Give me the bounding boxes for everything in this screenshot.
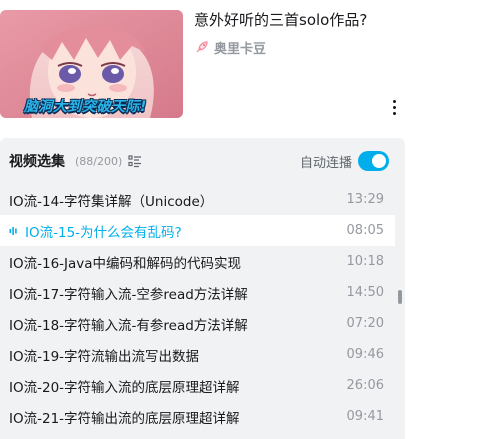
episode-title: IO流-17-字符输入流-空参read方法详解 <box>9 286 248 303</box>
recommended-video-card[interactable]: 脑洞大到突破天际! 意外好听的三首solo作品? 奥里卡豆 <box>0 0 481 122</box>
recommended-video-author[interactable]: 奥里卡豆 <box>194 38 267 57</box>
list-item[interactable]: IO流-19-字符流输出流写出数据 09:46 <box>0 339 395 370</box>
episode-duration: 07:20 <box>346 316 384 331</box>
episode-duration: 10:18 <box>346 254 384 269</box>
episode-title-text: IO流-15-为什么会有乱码? <box>25 224 182 241</box>
episode-title: IO流-18-字符输入流-有参read方法详解 <box>9 317 248 334</box>
scrollbar-thumb[interactable] <box>398 290 402 304</box>
episode-duration: 09:46 <box>346 347 384 362</box>
autoplay-label: 自动连播 <box>299 155 352 171</box>
episode-duration: 08:05 <box>346 223 384 238</box>
list-view-icon[interactable] <box>128 154 142 168</box>
autoplay-control: 自动连播 <box>300 151 389 171</box>
list-item[interactable]: IO流-18-字符输入流-有参read方法详解 07:20 <box>0 308 395 339</box>
episode-title: IO流-21-字符输出流的底层原理超详解 <box>9 410 240 427</box>
now-playing-icon <box>9 226 17 235</box>
list-item[interactable]: IO流-14-字符集详解（Unicode） 13:29 <box>0 184 395 215</box>
playlist-list: IO流-14-字符集详解（Unicode） 13:29 IO流-15-为什么会有… <box>0 184 395 432</box>
video-thumbnail[interactable]: 脑洞大到突破天际! <box>0 10 183 118</box>
playlist-scrollbar[interactable] <box>398 184 403 439</box>
author-name: 奥里卡豆 <box>214 41 267 57</box>
playlist-count: (88/200) <box>75 154 123 168</box>
episode-duration: 09:41 <box>346 409 384 424</box>
episode-title: IO流-14-字符集详解（Unicode） <box>9 193 214 210</box>
episode-title: IO流-19-字符流输出流写出数据 <box>9 348 200 365</box>
list-item-active[interactable]: IO流-15-为什么会有乱码? 08:05 <box>0 215 395 246</box>
list-item[interactable]: IO流-16-Java中编码和解码的代码实现 10:18 <box>0 246 395 277</box>
episode-duration: 26:06 <box>346 378 384 393</box>
list-item[interactable]: IO流-20-字符输入流的底层原理超详解 26:06 <box>0 370 395 401</box>
episode-title: IO流-16-Java中编码和解码的代码实现 <box>9 255 242 272</box>
episode-duration: 13:29 <box>346 192 384 207</box>
playlist-title: 视频选集 <box>9 154 65 170</box>
more-options-icon[interactable] <box>386 96 402 118</box>
list-item[interactable]: IO流-17-字符输入流-空参read方法详解 14:50 <box>0 277 395 308</box>
episode-title-active: IO流-15-为什么会有乱码? <box>9 221 182 241</box>
playlist-header: 视频选集 (88/200) 自动连播 <box>0 138 405 184</box>
thumbnail-caption: 脑洞大到突破天际! <box>24 99 147 115</box>
toggle-knob <box>372 154 386 168</box>
episode-title: IO流-20-字符输入流的底层原理超详解 <box>9 379 240 396</box>
up-author-icon <box>196 41 208 53</box>
autoplay-toggle[interactable] <box>358 151 389 171</box>
recommended-video-title[interactable]: 意外好听的三首solo作品? <box>194 10 444 30</box>
episode-duration: 14:50 <box>346 285 384 300</box>
list-item[interactable]: IO流-21-字符输出流的底层原理超详解 09:41 <box>0 401 395 432</box>
video-collection-panel: 视频选集 (88/200) 自动连播 IO流-14-字符集详解（Unicode）… <box>0 138 405 439</box>
